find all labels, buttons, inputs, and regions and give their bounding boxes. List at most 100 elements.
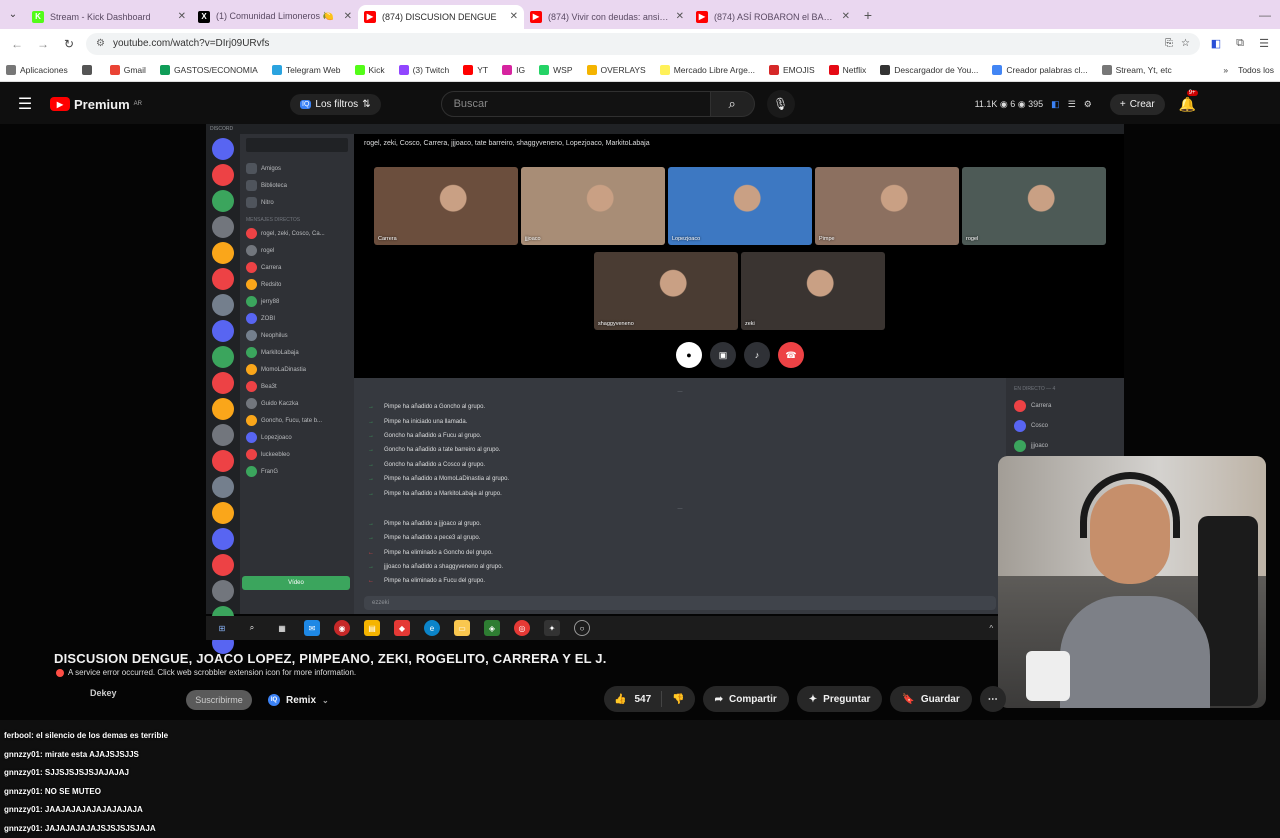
dm-name: luckeebleo	[261, 452, 290, 458]
bookmark-favicon-icon	[992, 65, 1002, 75]
bookmark-item[interactable]: Aplicaciones	[6, 65, 68, 75]
bookmark-label: IG	[516, 65, 525, 75]
menu-icon[interactable]: ☰	[0, 94, 50, 114]
bookmark-item[interactable]: YT	[463, 65, 488, 75]
tile-name: rogel	[966, 236, 978, 242]
chat-user: gnnzzy01	[4, 824, 40, 833]
all-bookmarks[interactable]: Todos los	[1238, 65, 1274, 75]
close-tab-icon[interactable]: ✕	[178, 11, 186, 22]
channel-name[interactable]: Dekey	[90, 688, 117, 698]
message-text: Pimpe ha eliminado a Goncho del grupo.	[384, 550, 493, 556]
message-text: Pimpe ha añadido a MomoLaDinastia al gru…	[384, 476, 509, 482]
subscribe-button[interactable]: Suscribirme	[186, 690, 252, 710]
dm-avatar	[246, 415, 257, 426]
bookmark-item[interactable]: Kick	[355, 65, 385, 75]
profile-icon[interactable]: ☰	[1256, 37, 1272, 50]
mic-icon: 🎙	[773, 97, 788, 111]
close-tab-icon[interactable]: ✕	[510, 11, 518, 22]
remix-label: Remix	[286, 695, 316, 706]
video-player[interactable]: DISCORD AmigosBibliotecaNitro MENSAJES D…	[0, 124, 1280, 720]
search-input[interactable]: Buscar	[441, 91, 711, 117]
tab-title: (874) Vivir con deudas: ansieda	[548, 12, 670, 22]
dislike-button[interactable]: 👎	[662, 694, 694, 705]
extension-icon[interactable]: ◧	[1208, 37, 1224, 50]
bookmark-star-icon[interactable]: ☆	[1181, 38, 1190, 49]
bookmark-label: YT	[477, 65, 488, 75]
notification-badge: 9+	[1187, 90, 1198, 96]
remix-button[interactable]: IQ Remix ⌄	[268, 690, 329, 710]
list-icon[interactable]: ☰	[1068, 99, 1076, 110]
share-icon: ➦	[715, 694, 723, 705]
browser-tab[interactable]: KStream - Kick Dashboard✕	[26, 5, 192, 29]
tab-favicon-icon: K	[32, 11, 44, 23]
bookmark-item[interactable]: Stream, Yt, etc	[1102, 65, 1172, 75]
server-icon	[212, 242, 234, 264]
bookmark-item[interactable]	[82, 65, 96, 75]
new-tab-button[interactable]: +	[856, 7, 880, 23]
dm-name: jerry88	[261, 299, 279, 305]
settings-icon[interactable]: ⚙	[1084, 99, 1092, 110]
store-icon: ▤	[364, 620, 380, 636]
arrow-icon: →	[368, 419, 378, 425]
video-tile: Pimpe	[815, 167, 959, 245]
back-button[interactable]: ←	[8, 37, 26, 51]
install-app-icon[interactable]: ⎘	[1165, 38, 1173, 49]
save-button[interactable]: 🔖 Guardar	[890, 686, 971, 712]
create-button[interactable]: + Crear	[1110, 94, 1165, 115]
dm-name: Redsito	[261, 282, 281, 288]
more-actions-button[interactable]: ⋯	[980, 686, 1006, 712]
bookmarks-overflow-icon[interactable]: »	[1223, 65, 1228, 75]
filters-button[interactable]: IQ Los filtros ⇅	[290, 94, 381, 115]
discord-channel-list: AmigosBibliotecaNitro MENSAJES DIRECTOS …	[240, 134, 354, 614]
bookmark-item[interactable]: GASTOS/ECONOMIA	[160, 65, 258, 75]
extension-icon[interactable]: ◧	[1051, 99, 1060, 110]
minimize-button[interactable]: —	[1250, 8, 1280, 22]
share-button[interactable]: ➦ Compartir	[703, 686, 789, 712]
bookmark-item[interactable]: EMOJIS	[769, 65, 815, 75]
browser-tab[interactable]: ▶(874) ASÍ ROBARON el BANCO✕	[690, 5, 856, 29]
forward-button[interactable]: →	[34, 37, 52, 51]
browser-tab[interactable]: X(1) Comunidad Limoneros 🍋✕	[192, 5, 358, 29]
browser-tab[interactable]: ▶(874) Vivir con deudas: ansieda✕	[524, 5, 690, 29]
close-tab-icon[interactable]: ✕	[344, 11, 352, 22]
notifications-button[interactable]: 🔔 9+	[1179, 96, 1196, 113]
like-dislike-group: 👍 547 👎	[604, 686, 695, 712]
chat-message: gnnzzy01: JAJAJAJAJAJSJSJSJSJAJA	[4, 820, 204, 838]
tab-favicon-icon: X	[198, 11, 210, 23]
url-text: youtube.com/watch?v=DIrj09URvfs	[113, 38, 269, 49]
bookmark-item[interactable]: WSP	[539, 65, 572, 75]
dm-avatar	[246, 449, 257, 460]
like-button[interactable]: 👍 547	[604, 691, 662, 707]
bookmark-favicon-icon	[880, 65, 890, 75]
bookmark-item[interactable]: Creador palabras cl...	[992, 65, 1087, 75]
arrow-icon: ←	[368, 550, 378, 556]
bookmark-item[interactable]: Netflix	[829, 65, 867, 75]
message-text: Pimpe ha añadido a Goncho al grupo.	[384, 404, 485, 410]
bookmark-item[interactable]: Descargador de You...	[880, 65, 978, 75]
bookmark-item[interactable]: IG	[502, 65, 525, 75]
dm-avatar	[246, 228, 257, 239]
url-input[interactable]: ⚙ youtube.com/watch?v=DIrj09URvfs ⎘ ☆	[86, 33, 1200, 55]
youtube-logo[interactable]: ▶ Premium AR	[50, 97, 290, 112]
tab-search-chevron-icon[interactable]: ⌄	[0, 4, 26, 26]
dm-item: rogel	[246, 242, 348, 259]
nav-label: Biblioteca	[261, 183, 287, 189]
browser-tab[interactable]: ▶(874) DISCUSION DENGUE✕	[358, 5, 524, 29]
site-info-icon[interactable]: ⚙	[96, 38, 105, 49]
bookmark-item[interactable]: Gmail	[110, 65, 146, 75]
ask-button[interactable]: ✦ Preguntar	[797, 686, 883, 712]
arrow-icon: →	[368, 476, 378, 482]
bookmark-item[interactable]: OVERLAYS	[587, 65, 646, 75]
extensions-puzzle-icon[interactable]: ⧉	[1232, 37, 1248, 50]
stream-windows-taskbar: ⊞ ⌕ ▦ ✉ ◉ ▤ ◆ e ▭ ◈ ◎ ✦ ○ ^♪◐	[206, 616, 1026, 640]
bookmark-item[interactable]: (3) Twitch	[399, 65, 450, 75]
bookmark-label: Creador palabras cl...	[1006, 65, 1087, 75]
reload-button[interactable]: ↻	[60, 37, 78, 51]
bookmark-item[interactable]: Telegram Web	[272, 65, 341, 75]
close-tab-icon[interactable]: ✕	[842, 11, 850, 22]
search-button[interactable]: ⌕	[711, 91, 755, 117]
bookmark-item[interactable]: Mercado Libre Arge...	[660, 65, 755, 75]
voice-search-button[interactable]: 🎙	[767, 90, 795, 118]
server-icon	[212, 164, 234, 186]
close-tab-icon[interactable]: ✕	[676, 11, 684, 22]
